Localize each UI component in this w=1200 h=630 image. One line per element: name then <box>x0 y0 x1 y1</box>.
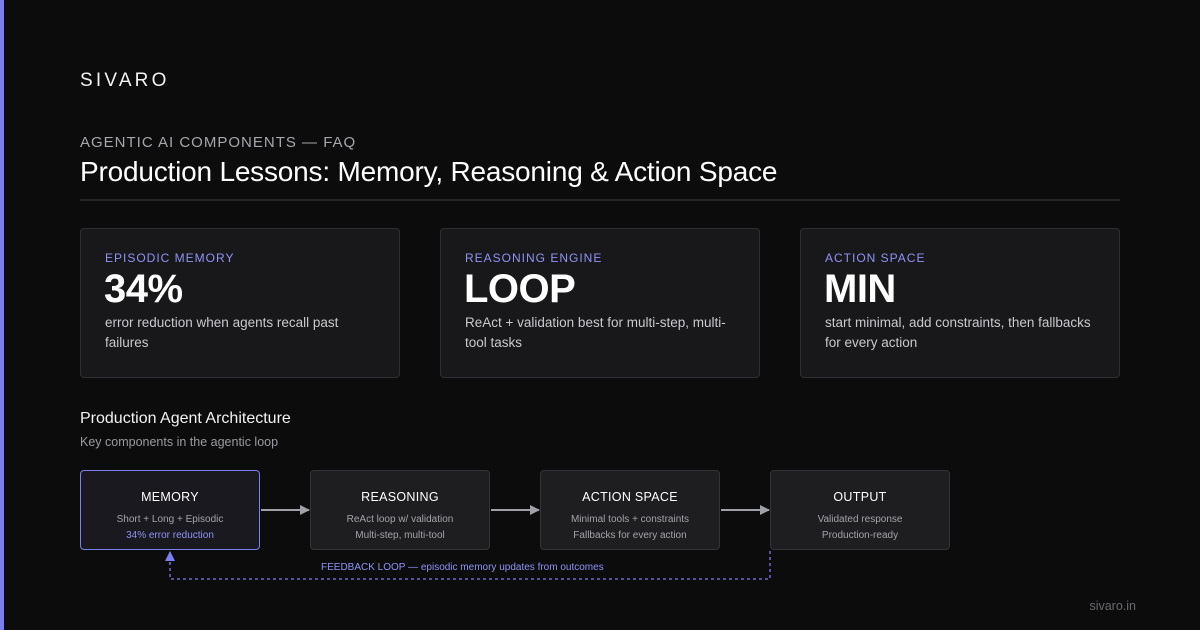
node-output: OUTPUT Validated response Production-rea… <box>770 470 950 550</box>
stat-card-value: LOOP <box>464 267 576 311</box>
node-detail: Minimal tools + constraints <box>570 514 690 525</box>
node-memory: MEMORY Short + Long + Episodic 34% error… <box>80 470 260 550</box>
node-title: OUTPUT <box>833 490 887 504</box>
node-title: ACTION SPACE <box>582 490 678 504</box>
node-title: REASONING <box>361 490 439 504</box>
feedback-loop-label: FEEDBACK LOOP — episodic memory updates … <box>321 562 604 573</box>
architecture-subtitle: Key components in the agentic loop <box>80 435 279 449</box>
stat-card-reasoning-engine: REASONING ENGINE LOOP ReAct + validation… <box>440 228 760 378</box>
node-title: MEMORY <box>141 490 199 504</box>
node-detail: Validated response <box>817 514 903 525</box>
stat-card-episodic-memory: EPISODIC MEMORY 34% error reduction when… <box>80 228 400 378</box>
stat-card-description: error reduction when agents recall past … <box>105 315 339 350</box>
node-detail: Production-ready <box>821 530 899 541</box>
brand-logo: SIVARO <box>80 70 170 91</box>
node-action-space: ACTION SPACE Minimal tools + constraints… <box>540 470 720 550</box>
stat-card-value: MIN <box>824 267 896 311</box>
stat-card-description: ReAct + validation best for multi-step, … <box>465 315 726 350</box>
page-eyebrow: AGENTIC AI COMPONENTS — FAQ <box>80 134 357 151</box>
stat-card-label: REASONING ENGINE <box>465 251 603 265</box>
architecture-title: Production Agent Architecture <box>80 410 291 427</box>
footer-domain: sivaro.in <box>1089 599 1136 613</box>
header-divider <box>80 199 1120 201</box>
stat-card-value: 34% <box>104 267 183 311</box>
stat-card-description: start minimal, add constraints, then fal… <box>825 315 1091 350</box>
node-detail: Short + Long + Episodic <box>116 514 224 525</box>
stat-card-label: ACTION SPACE <box>825 251 926 265</box>
node-reasoning: REASONING ReAct loop w/ validation Multi… <box>310 470 490 550</box>
node-detail: ReAct loop w/ validation <box>346 514 454 525</box>
stat-card-action-space: ACTION SPACE MIN start minimal, add cons… <box>800 228 1120 378</box>
stat-card-label: EPISODIC MEMORY <box>105 251 235 265</box>
node-detail: Multi-step, multi-tool <box>355 530 445 541</box>
left-accent-bar <box>0 0 4 630</box>
node-detail: Fallbacks for every action <box>573 530 687 541</box>
node-highlight: 34% error reduction <box>126 530 214 541</box>
page-title: Production Lessons: Memory, Reasoning & … <box>80 156 778 187</box>
